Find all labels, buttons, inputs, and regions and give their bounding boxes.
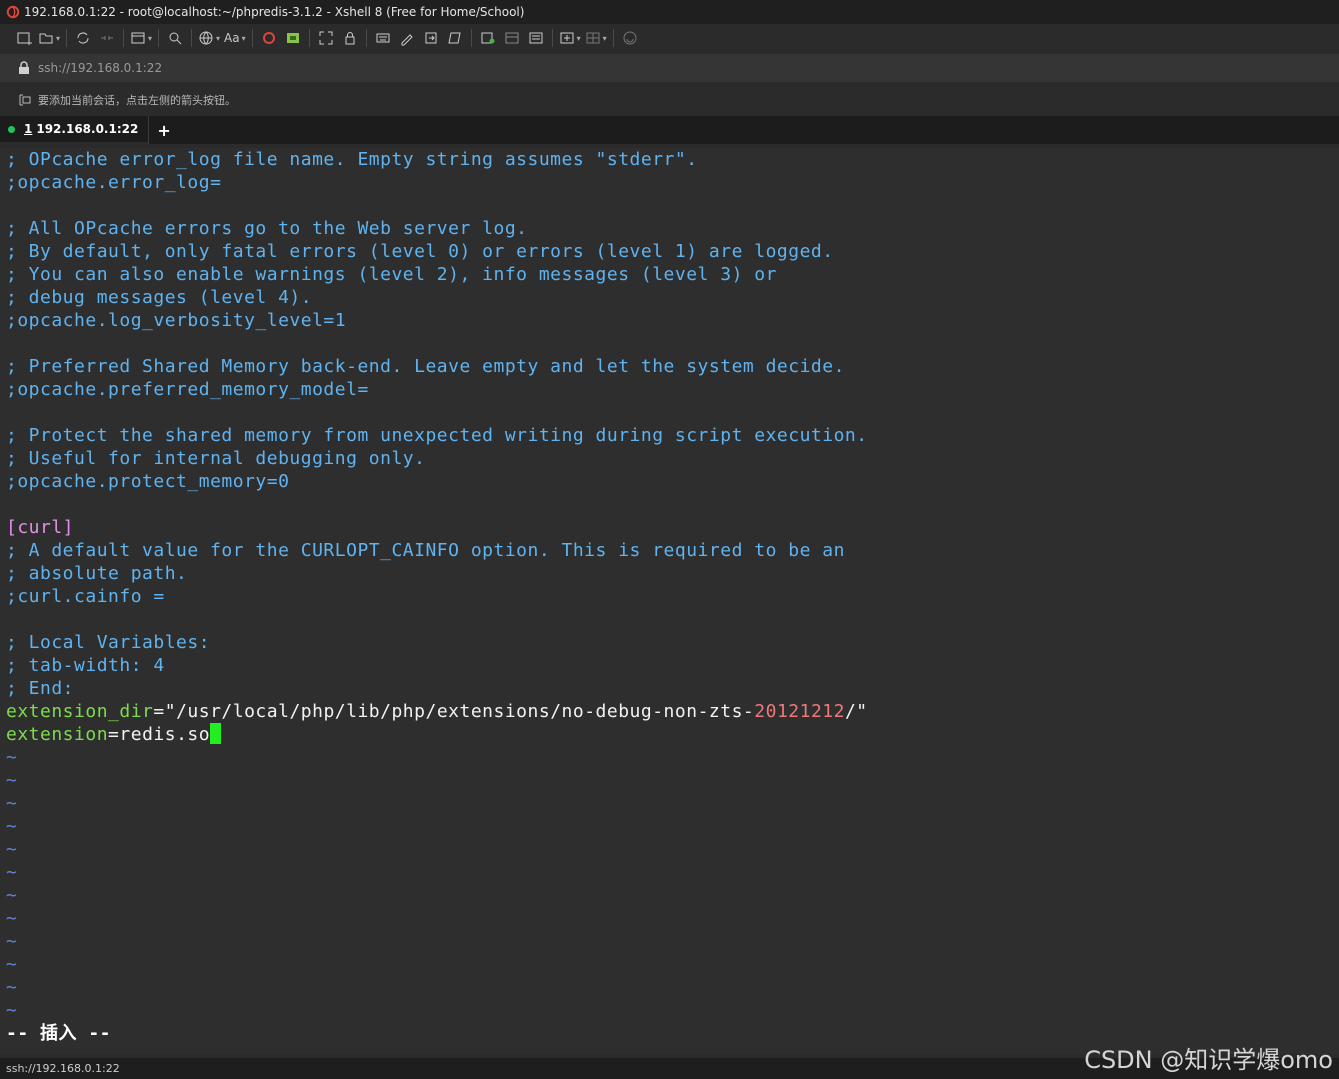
empty-line-tilde: ~	[6, 954, 18, 975]
disconnect-icon[interactable]	[97, 28, 117, 48]
terminal-line: ; End:	[6, 678, 75, 699]
reconnect-icon[interactable]	[73, 28, 93, 48]
toolbar-divider	[158, 29, 160, 47]
xftp-icon[interactable]	[283, 28, 303, 48]
empty-line-tilde: ~	[6, 885, 18, 906]
font-icon[interactable]: Aa ▾	[224, 28, 246, 48]
empty-line-tilde: ~	[6, 862, 18, 883]
vim-mode-indicator: -- 插入 --	[6, 1023, 112, 1044]
tile-icon[interactable]: ▾	[559, 28, 581, 48]
log-icon[interactable]	[445, 28, 465, 48]
terminal-line: ; You can also enable warnings (level 2)…	[6, 264, 777, 285]
hint-text: 要添加当前会话，点击左侧的箭头按钮。	[38, 94, 236, 107]
empty-line-tilde: ~	[6, 747, 18, 768]
empty-line-tilde: ~	[6, 908, 18, 929]
terminal-line: ;opcache.log_verbosity_level=1	[6, 310, 347, 331]
terminal-line: ; OPcache error_log file name. Empty str…	[6, 149, 698, 170]
terminal-line: [curl]	[6, 517, 75, 538]
toolbar-divider	[251, 29, 253, 47]
keyboard-icon[interactable]	[373, 28, 393, 48]
toolbar-divider	[365, 29, 367, 47]
lock-icon	[19, 61, 29, 74]
toolbar: ▾ ▾ ▾ Aa ▾ ▾ ▾	[0, 24, 1339, 52]
terminal-line: ; By default, only fatal errors (level 0…	[6, 241, 834, 262]
terminal-line: ; A default value for the CURLOPT_CAINFO…	[6, 540, 845, 561]
terminal-line: ;opcache.protect_memory=0	[6, 471, 290, 492]
lock-icon[interactable]	[340, 28, 360, 48]
tab-bar: 1 192.168.0.1:22 +	[0, 116, 1339, 144]
tab-number: 1	[24, 122, 33, 136]
tab-label: 192.168.0.1:22	[36, 122, 139, 136]
terminal-line: ; All OPcache errors go to the Web serve…	[6, 218, 528, 239]
terminal-line: ;opcache.error_log=	[6, 172, 222, 193]
toolbar-divider	[308, 29, 310, 47]
empty-line-tilde: ~	[6, 1000, 18, 1021]
empty-line-tilde: ~	[6, 931, 18, 952]
open-session-icon[interactable]: ▾	[38, 28, 60, 48]
fullscreen-icon[interactable]	[316, 28, 336, 48]
watermark: CSDN @知识学爆omo	[1084, 1046, 1333, 1074]
terminal-line: ; debug messages (level 4).	[6, 287, 313, 308]
grid-icon[interactable]: ▾	[585, 28, 607, 48]
new-session-icon[interactable]	[14, 28, 34, 48]
title-bar: 192.168.0.1:22 - root@localhost:~/phpred…	[0, 0, 1339, 24]
window-title: 192.168.0.1:22 - root@localhost:~/phpred…	[24, 5, 525, 19]
transfer-icon[interactable]	[421, 28, 441, 48]
find-icon[interactable]	[165, 28, 185, 48]
address-bar	[0, 54, 1339, 82]
session-hint-bar: 要添加当前会话，点击左侧的箭头按钮。	[0, 86, 1339, 114]
add-session-arrow-icon[interactable]	[18, 93, 32, 107]
toolbar-divider	[123, 29, 125, 47]
empty-line-tilde: ~	[6, 770, 18, 791]
empty-line-tilde: ~	[6, 839, 18, 860]
session-tab[interactable]: 1 192.168.0.1:22	[0, 116, 149, 144]
terminal-line: ; tab-width: 4	[6, 655, 165, 676]
script-icon[interactable]	[397, 28, 417, 48]
toolbar-divider	[551, 29, 553, 47]
empty-line-tilde: ~	[6, 816, 18, 837]
status-text: ssh://192.168.0.1:22	[6, 1062, 120, 1075]
toolbar-divider	[470, 29, 472, 47]
terminal-line-extension-dir: extension_dir="/usr/local/php/lib/php/ex…	[6, 701, 868, 722]
connected-status-icon	[8, 125, 15, 133]
encoding-icon[interactable]: ▾	[198, 28, 220, 48]
help-icon[interactable]	[620, 28, 640, 48]
new-tab-icon[interactable]: ▾	[130, 28, 152, 48]
terminal-line: ; absolute path.	[6, 563, 188, 584]
toolbar-divider	[66, 29, 68, 47]
terminal-screen[interactable]: ; OPcache error_log file name. Empty str…	[0, 148, 1339, 1054]
terminal-line: ; Local Variables:	[6, 632, 211, 653]
toolbar-divider	[191, 29, 193, 47]
compose-icon[interactable]	[478, 28, 498, 48]
address-input[interactable]	[38, 61, 438, 75]
layout-icon[interactable]	[502, 28, 522, 48]
terminal-line: ; Preferred Shared Memory back-end. Leav…	[6, 356, 845, 377]
xshell-app-icon	[6, 5, 20, 19]
empty-line-tilde: ~	[6, 977, 18, 998]
split-icon[interactable]	[526, 28, 546, 48]
terminal-line-extension: extension=redis.so	[6, 723, 222, 746]
terminal-line: ;opcache.preferred_memory_model=	[6, 379, 369, 400]
xshell-icon[interactable]	[259, 28, 279, 48]
text-cursor	[210, 723, 222, 744]
terminal-line: ;curl.cainfo =	[6, 586, 165, 607]
empty-line-tilde: ~	[6, 793, 18, 814]
add-tab-button[interactable]: +	[148, 116, 178, 144]
toolbar-divider	[612, 29, 614, 47]
terminal-line: ; Useful for internal debugging only.	[6, 448, 426, 469]
terminal-line: ; Protect the shared memory from unexpec…	[6, 425, 868, 446]
